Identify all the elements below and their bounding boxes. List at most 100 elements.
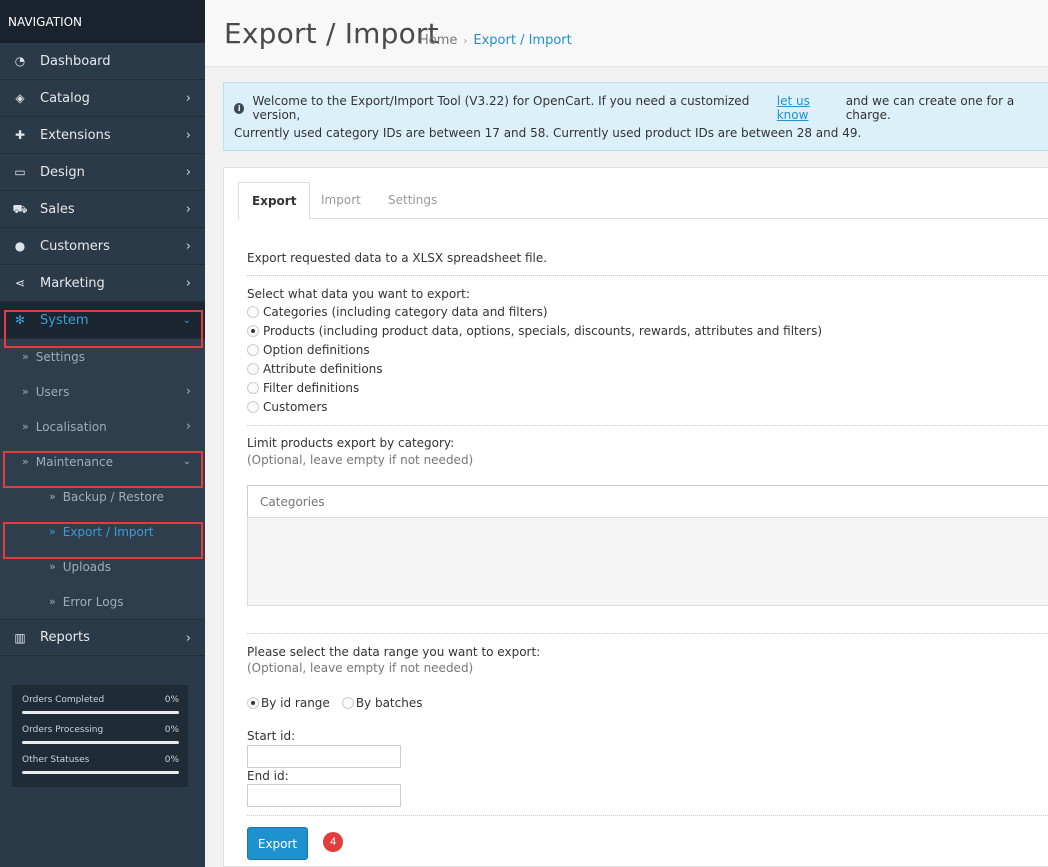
sidebar-item-label: Backup / Restore [62, 489, 164, 504]
radio-button[interactable] [247, 306, 259, 318]
radio-button[interactable] [341, 697, 354, 709]
divider [247, 425, 1048, 426]
tab-export[interactable]: Export [238, 182, 311, 220]
option-label: By id range [261, 696, 330, 710]
categories-input[interactable] [247, 485, 1048, 518]
end-id-input[interactable] [247, 784, 401, 807]
radio-button[interactable] [247, 363, 259, 375]
highlight-export-import [3, 522, 203, 559]
option-label: Filter definitions [263, 381, 360, 395]
alert-line-2: Currently used category IDs are between … [234, 126, 862, 140]
progress-bar [22, 771, 179, 774]
option-label: Attribute definitions [263, 362, 383, 376]
sidebar-item-users[interactable]: » Users › [0, 374, 205, 409]
option-categories[interactable]: Categories (including category data and … [247, 305, 548, 319]
breadcrumb-current[interactable]: Export / Import [473, 33, 571, 48]
option-by-id-range[interactable]: By id range By batches [247, 696, 422, 710]
page-title: Export / Import [224, 17, 439, 50]
nav-header: NAVIGATION [0, 0, 205, 43]
breadcrumb-home[interactable]: Home [419, 33, 457, 48]
chevron-right-icon: › [185, 239, 191, 254]
monitor-icon: ▭ [14, 165, 26, 179]
alert-text: and we can create one for a charge. [845, 94, 1015, 122]
highlight-maintenance [3, 451, 203, 488]
sidebar-item-label: Sales [40, 201, 75, 217]
alert-text: Welcome to the Export/Import Tool (V3.22… [252, 94, 750, 122]
chevron-right-icon: › [185, 91, 191, 106]
start-id-input[interactable] [247, 745, 401, 768]
sidebar-item-catalog[interactable]: ◈ Catalog › [0, 80, 205, 117]
info-alert: i Welcome to the Export/Import Tool (V3.… [223, 82, 1048, 151]
chevron-right-icon: › [185, 419, 191, 434]
stat-orders-completed: Orders Completed 0% [22, 695, 179, 714]
end-id-label: End id: [247, 769, 289, 783]
sidebar-item-label: Extensions [40, 127, 111, 143]
dashboard-icon: ◔ [14, 54, 26, 68]
double-chevron-icon: » [49, 560, 56, 573]
tag-icon: ◈ [15, 91, 25, 105]
option-attribute-definitions[interactable]: Attribute definitions [247, 362, 383, 376]
option-products[interactable]: Products (including product data, option… [247, 324, 822, 338]
sidebar-item-label: Error Logs [62, 594, 124, 609]
sidebar-item-label: Reports [40, 630, 90, 645]
export-panel: Export Import Settings Export requested … [223, 167, 1048, 867]
sidebar-item-label: Catalog [40, 90, 90, 106]
radio-button[interactable] [247, 344, 259, 356]
option-option-definitions[interactable]: Option definitions [247, 343, 370, 357]
radio-button[interactable] [247, 697, 259, 709]
option-label: By batches [355, 696, 423, 710]
puzzle-icon: ✚ [14, 128, 26, 142]
info-circle-icon: i [234, 102, 245, 114]
chevron-right-icon: › [185, 384, 191, 399]
selected-categories-box [247, 517, 1048, 606]
stat-label: Orders Completed [22, 695, 105, 705]
let-us-know-link[interactable]: let us know [777, 94, 842, 122]
stat-value: 0% [164, 725, 179, 735]
share-icon: ⋖ [14, 276, 26, 290]
stat-label: Orders Processing [22, 725, 104, 735]
option-label: Products (including product data, option… [263, 324, 823, 338]
radio-button[interactable] [247, 325, 259, 337]
radio-button[interactable] [247, 382, 259, 394]
sidebar-item-reports[interactable]: ▥ Reports › [0, 619, 205, 656]
divider [247, 633, 1048, 634]
double-chevron-icon: » [22, 385, 29, 398]
page-header: Export / Import Home › Export / Import [205, 0, 1048, 67]
sidebar-item-design[interactable]: ▭ Design › [0, 154, 205, 191]
sidebar-item-marketing[interactable]: ⋖ Marketing › [0, 265, 205, 302]
range-label: Please select the data range you want to… [247, 645, 541, 659]
progress-bar [22, 741, 179, 744]
option-customers[interactable]: Customers [247, 400, 328, 414]
chevron-right-icon: › [185, 276, 191, 291]
breadcrumb-separator-icon: › [463, 36, 468, 47]
tab-import[interactable]: Import [321, 182, 361, 219]
sidebar-item-label: Marketing [40, 275, 105, 291]
radio-button[interactable] [247, 401, 259, 413]
sidebar-item-customers[interactable]: ● Customers › [0, 228, 205, 265]
sidebar-item-error-logs[interactable]: » Error Logs [0, 584, 205, 619]
main-content: Export / Import Home › Export / Import i W… [205, 0, 1048, 867]
sidebar-item-extensions[interactable]: ✚ Extensions › [0, 117, 205, 154]
tab-settings[interactable]: Settings [388, 182, 437, 219]
double-chevron-icon: » [49, 595, 56, 608]
sidebar-item-label: Uploads [62, 559, 112, 574]
sidebar-item-label: Settings [35, 349, 85, 364]
divider [247, 275, 1048, 276]
sidebar-item-label: Users [35, 384, 70, 399]
start-id-label: Start id: [247, 729, 296, 743]
stat-orders-processing: Orders Processing 0% [22, 725, 179, 744]
divider [247, 815, 1048, 816]
sidebar-item-dashboard[interactable]: ◔ Dashboard [0, 43, 205, 80]
sidebar-item-localisation[interactable]: » Localisation › [0, 409, 205, 444]
chevron-right-icon: › [185, 631, 191, 646]
option-label: Categories (including category data and … [263, 305, 548, 319]
sidebar-item-label: Localisation [35, 419, 107, 434]
option-filter-definitions[interactable]: Filter definitions [247, 381, 359, 395]
option-label: Customers [263, 400, 328, 414]
export-button[interactable]: Export [247, 827, 308, 860]
cart-icon: ⛟ [12, 202, 28, 216]
double-chevron-icon: » [22, 350, 29, 363]
order-stats-panel: Orders Completed 0% Orders Processing 0%… [12, 685, 188, 787]
select-data-label: Select what data you want to export: [247, 287, 470, 301]
sidebar-item-sales[interactable]: ⛟ Sales › [0, 191, 205, 228]
